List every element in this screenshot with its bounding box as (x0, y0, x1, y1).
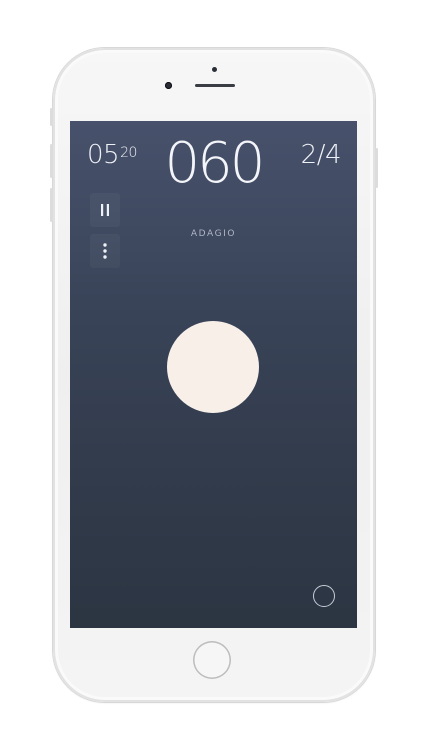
time-signature[interactable]: 2/4 (301, 140, 342, 170)
side-button (50, 188, 53, 222)
side-button (50, 144, 53, 178)
pause-button[interactable] (90, 193, 120, 227)
pause-icon (101, 204, 109, 216)
metronome-screen: 0520 060 2/4 ADAGIO (70, 121, 357, 628)
side-button (50, 108, 53, 126)
tempo-marking: ADAGIO (190, 229, 237, 239)
ring-icon[interactable] (313, 585, 335, 607)
more-vertical-icon (103, 243, 107, 259)
beat-circle[interactable] (167, 321, 259, 413)
more-button[interactable] (90, 234, 120, 268)
app-frame: 0520 060 2/4 ADAGIO (0, 0, 422, 750)
home-button[interactable] (193, 641, 231, 679)
proximity-sensor (212, 67, 217, 72)
front-camera (165, 82, 172, 89)
side-button (375, 148, 378, 188)
earpiece-speaker (195, 84, 235, 87)
